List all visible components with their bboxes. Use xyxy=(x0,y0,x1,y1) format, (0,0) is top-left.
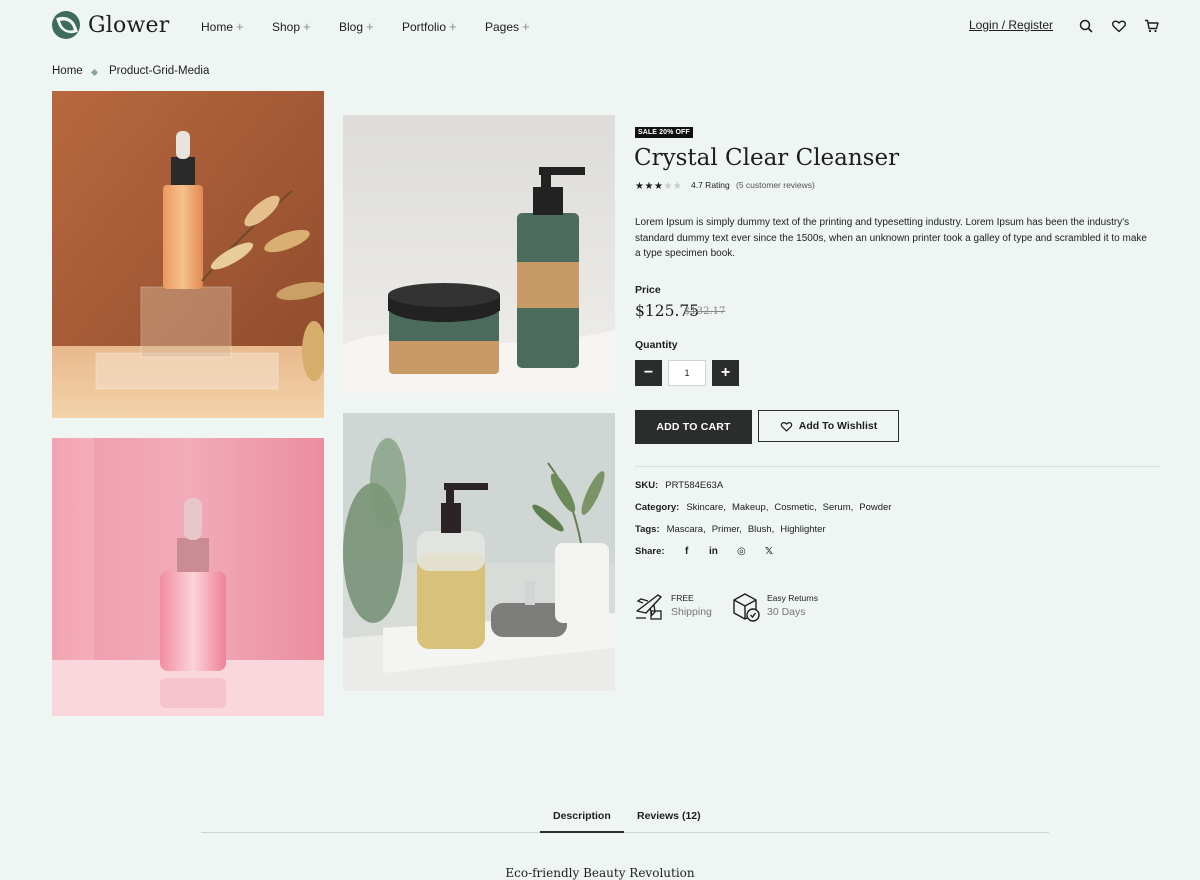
quantity-increase-button[interactable]: + xyxy=(712,360,739,386)
star-rating: ★★★★★ xyxy=(635,181,682,192)
plus-icon: + xyxy=(366,19,374,34)
share-row: Share: xyxy=(635,546,672,557)
price-old: $132.17 xyxy=(684,306,726,317)
linkedin-icon[interactable]: in xyxy=(709,546,718,557)
customer-reviews-link[interactable]: (5 customer reviews) xyxy=(736,180,815,190)
quantity-label: Quantity xyxy=(635,339,678,351)
product-title: Crystal Clear Cleanser xyxy=(634,145,900,171)
nav-pages[interactable]: Pages + xyxy=(485,19,530,34)
product-image-serum-orange[interactable] xyxy=(52,91,324,418)
star-empty-icon: ★ xyxy=(663,181,673,192)
category-link[interactable]: Skincare, xyxy=(686,502,726,513)
section-heading: Eco-friendly Beauty Revolution xyxy=(505,866,695,880)
nav-blog[interactable]: Blog + xyxy=(339,19,374,34)
divider xyxy=(635,466,1161,467)
tag-link[interactable]: Highlighter xyxy=(780,524,825,535)
quantity-input[interactable] xyxy=(668,360,706,386)
tab-reviews[interactable]: Reviews (12) xyxy=(637,810,701,822)
instagram-icon[interactable]: ◎ xyxy=(737,546,746,557)
returns-line2: 30 Days xyxy=(767,606,806,618)
tags-row: Tags: Mascara, Primer, Blush, Highlighte… xyxy=(635,524,828,535)
share-label: Share: xyxy=(635,546,665,557)
facebook-icon[interactable]: f xyxy=(685,546,688,557)
rating-text: 4.7 Rating xyxy=(691,180,730,190)
tags-label: Tags: xyxy=(635,524,660,535)
category-link[interactable]: Cosmetic, xyxy=(774,502,816,513)
nav-label: Pages xyxy=(485,19,520,34)
nav-home[interactable]: Home + xyxy=(201,19,244,34)
star-empty-icon: ★ xyxy=(672,181,683,192)
add-to-wishlist-button[interactable]: Add To Wishlist xyxy=(758,410,899,442)
sku-value: PRT584E63A xyxy=(665,480,724,491)
tab-description[interactable]: Description xyxy=(553,810,611,822)
tag-link[interactable]: Primer, xyxy=(712,524,742,535)
wishlist-label: Add To Wishlist xyxy=(798,420,878,432)
category-label: Category: xyxy=(635,502,680,513)
nav-label: Blog xyxy=(339,19,364,34)
plus-icon: + xyxy=(522,19,530,34)
category-link[interactable]: Powder xyxy=(859,502,891,513)
breadcrumb-home[interactable]: Home xyxy=(52,65,83,77)
add-to-cart-button[interactable]: ADD TO CART xyxy=(635,410,752,444)
price-label: Price xyxy=(635,284,661,296)
nav-label: Shop xyxy=(272,19,301,34)
category-row: Category: Skincare, Makeup, Cosmetic, Se… xyxy=(635,502,893,513)
product-image-oil-dispenser[interactable] xyxy=(343,413,615,691)
nav-shop[interactable]: Shop + xyxy=(272,19,311,34)
breadcrumb-separator xyxy=(90,68,99,77)
tag-link[interactable]: Blush, xyxy=(748,524,774,535)
plane-box-icon xyxy=(636,594,662,620)
sku-row: SKU: PRT584E63A xyxy=(635,480,725,491)
product-image-cleanser-bottle-jar[interactable] xyxy=(343,115,615,393)
star-icon: ★ xyxy=(653,181,664,192)
return-box-icon xyxy=(733,593,760,622)
nav-label: Portfolio xyxy=(402,19,447,34)
breadcrumb-current: Product-Grid-Media xyxy=(109,65,210,77)
quantity-decrease-button[interactable]: − xyxy=(635,360,662,386)
tabs-divider xyxy=(201,832,1049,833)
sale-badge: SALE 20% OFF xyxy=(635,127,693,138)
category-link[interactable]: Serum, xyxy=(823,502,854,513)
product-image-serum-pink[interactable] xyxy=(52,438,324,716)
nav-portfolio[interactable]: Portfolio + xyxy=(402,19,457,34)
logo[interactable]: Glower xyxy=(52,11,169,39)
nav-label: Home xyxy=(201,19,234,34)
logo-text: Glower xyxy=(88,12,170,38)
plus-icon: + xyxy=(303,19,311,34)
tab-active-indicator xyxy=(540,831,624,833)
plus-icon: + xyxy=(449,19,457,34)
product-description: Lorem Ipsum is simply dummy text of the … xyxy=(635,217,1147,259)
search-icon[interactable] xyxy=(1078,18,1094,34)
sku-label: SKU: xyxy=(635,480,659,491)
login-register-link[interactable]: Login / Register xyxy=(969,18,1053,32)
star-icon: ★ xyxy=(644,181,654,192)
shipping-line1: FREE xyxy=(671,593,694,603)
logo-leaf-icon xyxy=(52,11,80,39)
tag-link[interactable]: Mascara, xyxy=(667,524,706,535)
category-link[interactable]: Makeup, xyxy=(732,502,768,513)
heart-icon xyxy=(780,421,793,432)
cart-icon[interactable] xyxy=(1144,18,1160,34)
plus-icon: + xyxy=(236,19,244,34)
shipping-line2: Shipping xyxy=(671,606,712,618)
heart-icon[interactable] xyxy=(1111,18,1127,34)
x-icon[interactable]: 𝕏 xyxy=(765,546,773,557)
returns-line1: Easy Returns xyxy=(767,593,819,603)
